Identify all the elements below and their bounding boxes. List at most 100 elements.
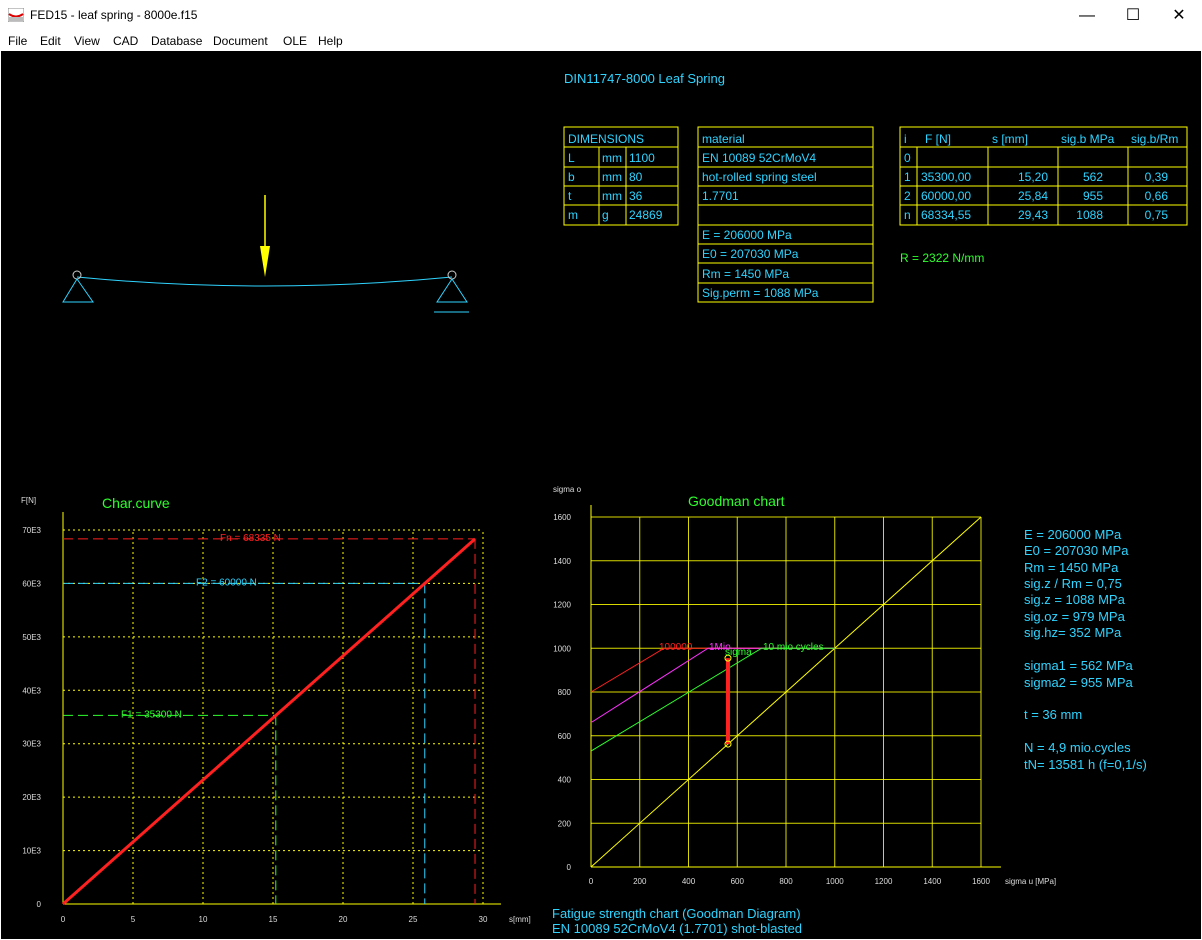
menu-file[interactable]: File xyxy=(8,34,27,48)
result-line: sig.z / Rm = 0,75 xyxy=(1024,576,1122,591)
loads-header-cell: F [N] xyxy=(925,132,951,146)
result-line: t = 36 mm xyxy=(1024,707,1082,722)
loads-cell: 562 xyxy=(1083,170,1103,184)
material-cell: E = 206000 MPa xyxy=(702,228,792,242)
char-x-tick: 30 xyxy=(479,915,488,924)
goodman-y-tick: 400 xyxy=(558,776,572,785)
goodman-x-tick: 800 xyxy=(779,877,793,886)
material-cell: E0 = 207030 MPa xyxy=(702,247,799,261)
loads-cell: 955 xyxy=(1083,189,1103,203)
line-1mio xyxy=(590,647,835,724)
goodman-y-tick: 200 xyxy=(558,819,572,828)
loads-table: i F [N] s [mm] sig.b MPa sig.b/Rm 0 1 35… xyxy=(899,126,1188,226)
char-x-tick: 5 xyxy=(131,915,136,924)
right-pin xyxy=(447,270,457,280)
result-line: E0 = 207030 MPa xyxy=(1024,543,1129,558)
goodman-y-tick: 0 xyxy=(567,863,572,872)
result-line: sig.z = 1088 MPa xyxy=(1024,592,1126,607)
minimize-button[interactable]: — xyxy=(1064,0,1110,31)
result-line: N = 4,9 mio.cycles xyxy=(1024,740,1131,755)
loads-cell: 0 xyxy=(904,151,911,165)
char-x-tick: 10 xyxy=(199,915,208,924)
result-line: Rm = 1450 MPa xyxy=(1024,560,1119,575)
menu-ole[interactable]: OLE xyxy=(283,34,307,48)
goodman-y-tick: 1200 xyxy=(553,601,571,610)
loads-cell: 35300,00 xyxy=(921,170,971,184)
goodman-chart: Goodman chart sigma o sigma u [MPa] 0 20… xyxy=(552,485,1147,936)
result-line: sig.hz= 352 MPa xyxy=(1024,625,1122,640)
goodman-line-labels: 100000 1Mio 10 mio cycles sigma xyxy=(659,642,824,658)
material-table: material EN 10089 52CrMoV4 hot-rolled sp… xyxy=(697,126,874,303)
spring-leaf xyxy=(76,276,453,287)
material-cell: EN 10089 52CrMoV4 xyxy=(702,151,816,165)
goodman-y-axis-label: sigma o xyxy=(553,485,582,494)
dim-unit: mm xyxy=(602,170,622,184)
goodman-y-tick: 800 xyxy=(558,688,572,697)
char-y-tick-labels: 0 10E3 20E3 30E3 40E3 50E3 60E3 70E3 xyxy=(22,526,41,909)
goodman-y-tick-labels: 0 200 400 600 800 1000 1200 1400 1600 xyxy=(553,513,571,872)
char-y-tick: 60E3 xyxy=(22,579,41,588)
label-sigma: sigma xyxy=(725,647,752,658)
dim-unit: mm xyxy=(602,189,622,203)
char-x-tick-labels: 0 5 10 15 20 25 30 xyxy=(61,915,488,924)
menu-view[interactable]: View xyxy=(74,34,100,48)
loads-cell: 1088 xyxy=(1076,208,1103,222)
menu-help[interactable]: Help xyxy=(318,34,343,48)
result-line: tN= 13581 h (f=0,1/s) xyxy=(1024,757,1147,772)
char-curve-line xyxy=(62,537,477,906)
goodman-y-tick: 600 xyxy=(558,732,572,741)
dim-value: 24869 xyxy=(629,208,663,222)
char-x-axis-label: s[mm] xyxy=(509,915,531,924)
result-line: E = 206000 MPa xyxy=(1024,527,1122,542)
dimensions-header: DIMENSIONS xyxy=(568,132,644,146)
result-line: sigma1 = 562 MPa xyxy=(1024,658,1134,673)
drawing-canvas[interactable]: DIN11747-8000 Leaf Spring DIMENSIONS L m… xyxy=(1,51,1201,939)
marker-label-f1: F1 = 35300 N xyxy=(121,709,182,720)
dim-symbol: t xyxy=(568,189,572,203)
material-cell: Rm = 1450 MPa xyxy=(702,267,789,281)
right-support xyxy=(436,278,468,303)
title-bar: FED15 - leaf spring - 8000e.f15 — ☐ ✕ xyxy=(0,0,1202,31)
char-x-tick: 15 xyxy=(269,915,278,924)
dim-value: 80 xyxy=(629,170,643,184)
loads-cell: 68334,55 xyxy=(921,208,971,222)
menu-database[interactable]: Database xyxy=(151,34,202,48)
menu-edit[interactable]: Edit xyxy=(40,34,61,48)
char-y-tick: 70E3 xyxy=(22,526,41,535)
goodman-y-tick: 1000 xyxy=(553,644,571,653)
char-y-tick: 30E3 xyxy=(22,740,41,749)
loads-cell: 25,84 xyxy=(1018,189,1048,203)
material-cell: hot-rolled spring steel xyxy=(702,170,817,184)
material-cell: Sig.perm = 1088 MPa xyxy=(702,286,819,300)
loads-header-cell: sig.b MPa xyxy=(1061,132,1115,146)
menu-document[interactable]: Document xyxy=(213,34,268,48)
goodman-x-tick-labels: 0 200 400 600 800 1000 1200 1400 1600 xyxy=(589,877,991,886)
loads-cell: 60000,00 xyxy=(921,189,971,203)
goodman-x-tick: 1600 xyxy=(972,877,990,886)
dim-unit: g xyxy=(602,208,609,222)
label-100000: 100000 xyxy=(659,642,693,653)
drawing-title: DIN11747-8000 Leaf Spring xyxy=(564,71,725,86)
char-y-tick: 40E3 xyxy=(22,686,41,695)
goodman-x-tick: 600 xyxy=(731,877,745,886)
close-button[interactable]: ✕ xyxy=(1156,0,1202,31)
line-100000 xyxy=(590,647,835,693)
loads-header-cell: i xyxy=(904,132,907,146)
material-cell: 1.7701 xyxy=(702,189,739,203)
dim-value: 36 xyxy=(629,189,643,203)
spring-rate: R = 2322 N/mm xyxy=(900,251,984,265)
loads-cell: 0,75 xyxy=(1145,208,1169,222)
menu-bar: File Edit View CAD Database Document OLE… xyxy=(0,31,1202,51)
dim-symbol: b xyxy=(568,170,575,184)
app-icon xyxy=(8,8,24,22)
goodman-x-tick: 200 xyxy=(633,877,647,886)
maximize-button[interactable]: ☐ xyxy=(1110,0,1156,31)
dim-symbol: m xyxy=(568,208,578,222)
menu-cad[interactable]: CAD xyxy=(113,34,138,48)
left-pin xyxy=(72,270,82,280)
loads-cell: 15,20 xyxy=(1018,170,1048,184)
loads-header-cell: s [mm] xyxy=(992,132,1028,146)
dim-value: 1100 xyxy=(629,151,655,165)
load-arrow-head xyxy=(260,246,270,277)
char-x-tick: 20 xyxy=(339,915,348,924)
